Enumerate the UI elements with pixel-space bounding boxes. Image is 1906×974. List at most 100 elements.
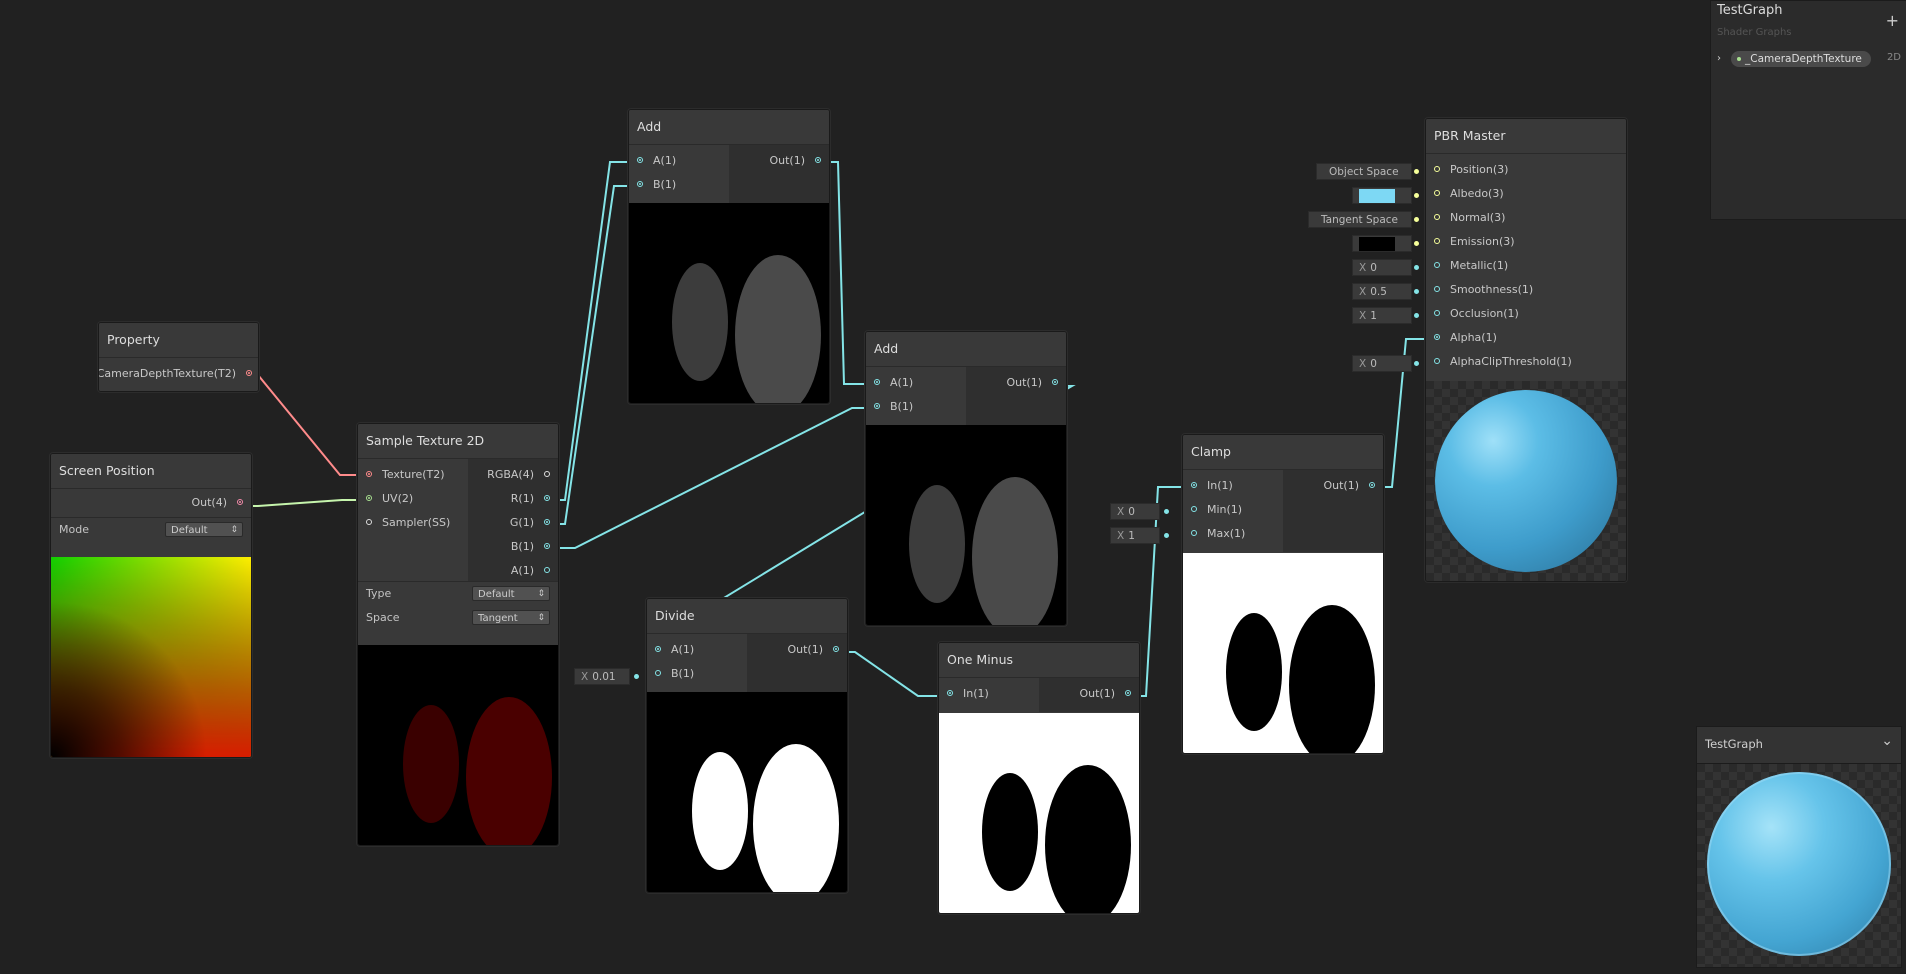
input-port-a[interactable]: A(1): [866, 371, 966, 395]
property-row[interactable]: › _CameraDepthTexture 2D: [1711, 51, 1906, 69]
port-connector[interactable]: [1434, 286, 1440, 292]
input-port-uv[interactable]: UV(2): [358, 487, 468, 511]
add-node-2[interactable]: Add A(1) B(1) Out(1): [865, 331, 1067, 626]
output-port-out[interactable]: Out(4): [191, 491, 251, 515]
port-connector[interactable]: [1434, 238, 1440, 244]
input-port-texture[interactable]: Texture(T2): [358, 463, 468, 487]
port-connector[interactable]: [1369, 482, 1375, 488]
output-port-out[interactable]: Out(1): [729, 149, 829, 173]
input-port-max[interactable]: Max(1): [1183, 522, 1283, 546]
port-connector[interactable]: [237, 499, 243, 505]
property-node[interactable]: Property _CameraDepthTexture(T2): [98, 322, 259, 392]
output-port-r[interactable]: R(1): [468, 487, 558, 511]
output-port-out[interactable]: Out(1): [1039, 682, 1139, 706]
input-port-metallic[interactable]: Metallic(1): [1426, 254, 1626, 278]
preview-viewport[interactable]: [1697, 764, 1901, 967]
port-connector[interactable]: [874, 403, 880, 409]
port-connector[interactable]: [1052, 379, 1058, 385]
node-title[interactable]: One Minus: [939, 643, 1139, 678]
output-port-b[interactable]: B(1): [468, 535, 558, 559]
smoothness-field[interactable]: X 0.5: [1352, 283, 1419, 300]
input-port-emission[interactable]: Emission(3): [1426, 230, 1626, 254]
port-connector[interactable]: [544, 495, 550, 501]
property-pill[interactable]: _CameraDepthTexture: [1731, 51, 1871, 67]
emission-color-field[interactable]: [1352, 235, 1419, 252]
output-port-rgba[interactable]: RGBA(4): [468, 463, 558, 487]
screen-position-node[interactable]: Screen Position Out(4) Mode Default: [50, 453, 252, 758]
port-connector[interactable]: [815, 157, 821, 163]
node-title[interactable]: Divide: [647, 599, 847, 634]
metallic-field[interactable]: X0: [1352, 259, 1419, 276]
occlusion-field[interactable]: X1: [1352, 307, 1419, 324]
pbr-master-node[interactable]: PBR Master Position(3) Albedo(3) Normal(…: [1425, 118, 1627, 582]
space-dropdown[interactable]: Tangent: [472, 610, 550, 626]
node-title[interactable]: Add: [629, 110, 829, 145]
add-property-button[interactable]: +: [1886, 11, 1899, 30]
node-title[interactable]: Sample Texture 2D: [358, 424, 558, 459]
input-port-min[interactable]: Min(1): [1183, 498, 1283, 522]
mode-dropdown[interactable]: Default: [165, 522, 243, 538]
port-connector[interactable]: [655, 670, 661, 676]
input-port-alpha-clip-threshold[interactable]: AlphaClipThreshold(1): [1426, 350, 1626, 374]
input-port-alpha[interactable]: Alpha(1): [1426, 326, 1626, 350]
alpha-clip-field[interactable]: X0: [1352, 355, 1419, 372]
port-connector[interactable]: [637, 157, 643, 163]
node-title[interactable]: Clamp: [1183, 435, 1383, 470]
input-port-a[interactable]: A(1): [629, 149, 729, 173]
port-connector[interactable]: [655, 646, 661, 652]
input-port-a[interactable]: A(1): [647, 638, 747, 662]
port-connector[interactable]: [833, 646, 839, 652]
input-port-occlusion[interactable]: Occlusion(1): [1426, 302, 1626, 326]
port-connector[interactable]: [544, 471, 550, 477]
port-connector[interactable]: [366, 495, 372, 501]
output-port-out[interactable]: Out(1): [1283, 474, 1383, 498]
input-port-albedo[interactable]: Albedo(3): [1426, 182, 1626, 206]
output-port-texture[interactable]: _CameraDepthTexture(T2): [99, 362, 258, 386]
divide-node[interactable]: Divide A(1) B(1) Out(1): [646, 598, 848, 893]
port-connector[interactable]: [1434, 358, 1440, 364]
port-connector[interactable]: [1434, 262, 1440, 268]
port-connector[interactable]: [874, 379, 880, 385]
one-minus-node[interactable]: One Minus In(1) Out(1): [938, 642, 1140, 914]
port-connector[interactable]: [1125, 690, 1131, 696]
input-port-b[interactable]: B(1): [647, 662, 747, 686]
albedo-color-field[interactable]: [1352, 187, 1419, 204]
input-port-in[interactable]: In(1): [1183, 474, 1283, 498]
divide-b-value-field[interactable]: X 0.01: [574, 668, 639, 685]
clamp-min-field[interactable]: X0: [1110, 503, 1169, 520]
output-port-a[interactable]: A(1): [468, 559, 558, 583]
clamp-max-field[interactable]: X1: [1110, 527, 1169, 544]
port-connector[interactable]: [1434, 166, 1440, 172]
input-port-sampler[interactable]: Sampler(SS): [358, 511, 468, 535]
input-port-normal[interactable]: Normal(3): [1426, 206, 1626, 230]
input-port-in[interactable]: In(1): [939, 682, 1039, 706]
output-port-g[interactable]: G(1): [468, 511, 558, 535]
main-preview-panel[interactable]: TestGraph ⌄: [1696, 726, 1902, 968]
port-connector[interactable]: [1191, 482, 1197, 488]
add-node-1[interactable]: Add A(1) B(1) Out(1): [628, 109, 830, 404]
node-title[interactable]: Screen Position: [51, 454, 251, 489]
port-connector[interactable]: [637, 181, 643, 187]
port-connector[interactable]: [947, 690, 953, 696]
clamp-node[interactable]: Clamp In(1) Min(1) Max(1) Out(1): [1182, 434, 1384, 754]
port-connector[interactable]: [1191, 530, 1197, 536]
blackboard-panel[interactable]: TestGraph + Shader Graphs › _CameraDepth…: [1710, 0, 1906, 220]
port-connector[interactable]: [1434, 190, 1440, 196]
output-port-out[interactable]: Out(1): [966, 371, 1066, 395]
port-connector[interactable]: [544, 543, 550, 549]
input-port-b[interactable]: B(1): [629, 173, 729, 197]
port-connector[interactable]: [1434, 310, 1440, 316]
node-title[interactable]: Add: [866, 332, 1066, 367]
sample-texture-2d-node[interactable]: Sample Texture 2D Texture(T2) UV(2) Samp…: [357, 423, 559, 846]
expand-chevron-icon[interactable]: ›: [1717, 53, 1721, 64]
port-connector[interactable]: [1434, 214, 1440, 220]
port-connector[interactable]: [246, 370, 252, 376]
port-connector[interactable]: [366, 519, 372, 525]
port-connector[interactable]: [544, 519, 550, 525]
port-connector[interactable]: [1434, 334, 1440, 340]
type-dropdown[interactable]: Default: [472, 586, 550, 602]
port-connector[interactable]: [544, 567, 550, 573]
input-port-b[interactable]: B(1): [866, 395, 966, 419]
port-connector[interactable]: [366, 471, 372, 477]
normal-space-field[interactable]: Tangent Space: [1308, 211, 1419, 228]
